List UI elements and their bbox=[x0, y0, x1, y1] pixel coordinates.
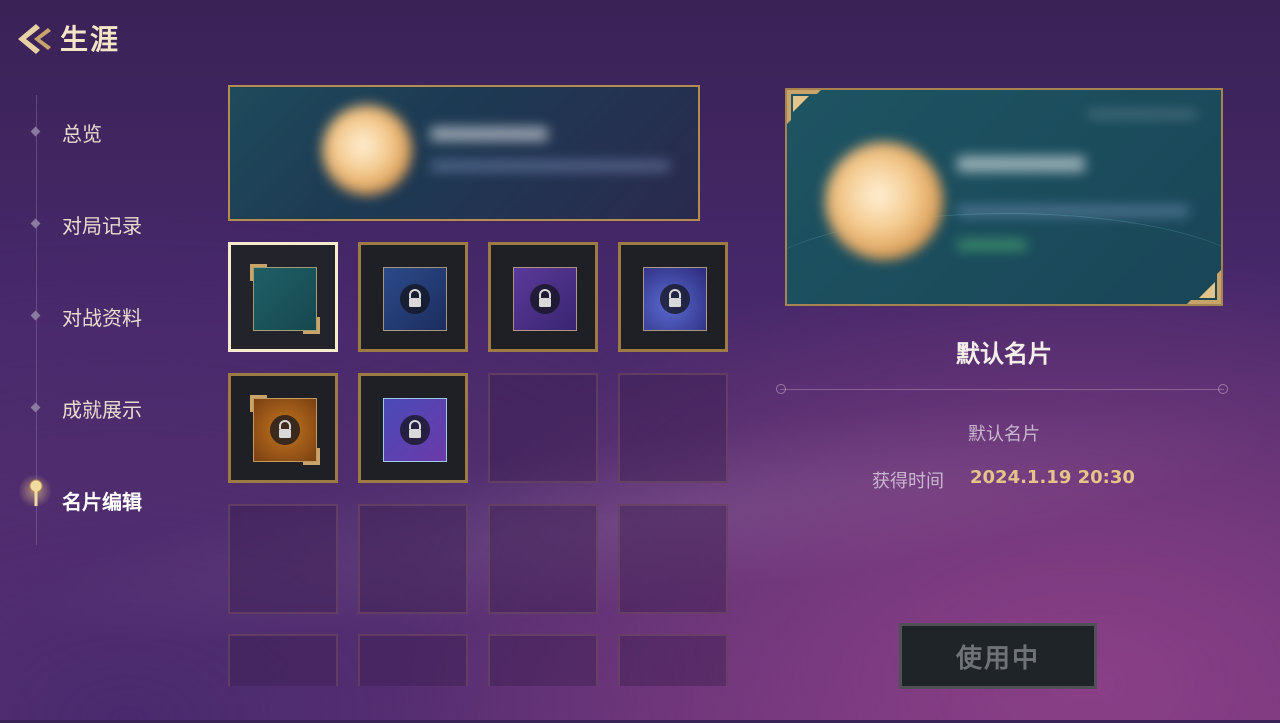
divider-end-dot bbox=[776, 384, 786, 394]
divider-end-dot bbox=[1218, 384, 1228, 394]
card-slot-empty bbox=[488, 634, 598, 686]
player-tag-blurred bbox=[957, 240, 1027, 250]
back-chevron-icon bbox=[18, 24, 51, 54]
card-name: 默认名片 bbox=[956, 340, 1052, 368]
card-slot-locked[interactable] bbox=[228, 373, 338, 483]
corner-ornament bbox=[1187, 270, 1221, 304]
card-slot-empty bbox=[488, 373, 598, 483]
sidebar-item-label: 成就展示 bbox=[62, 398, 142, 422]
sidebar-item-label: 对局记录 bbox=[62, 214, 142, 238]
card-slot-empty bbox=[618, 373, 728, 483]
lock-icon bbox=[530, 284, 560, 314]
timeline-dot bbox=[30, 310, 41, 321]
card-slot-locked[interactable] bbox=[358, 373, 468, 483]
avatar bbox=[825, 142, 943, 260]
card-slot-locked[interactable] bbox=[358, 242, 468, 352]
corner-ornament bbox=[787, 90, 821, 124]
lock-icon bbox=[660, 284, 690, 314]
pin-icon bbox=[29, 479, 43, 506]
corner-ornament bbox=[303, 448, 320, 465]
card-thumb bbox=[383, 398, 447, 462]
card-thumb bbox=[250, 264, 320, 334]
card-thumb bbox=[643, 267, 707, 331]
acquired-time-value: 2024.1.19 20:30 bbox=[970, 467, 1135, 488]
card-thumb bbox=[383, 267, 447, 331]
sidebar-item-label: 对战资料 bbox=[62, 306, 142, 330]
corner-ornament bbox=[303, 317, 320, 334]
card-slot-empty bbox=[618, 634, 728, 686]
avatar bbox=[322, 105, 412, 195]
corner-ornament bbox=[250, 395, 267, 412]
page-title: 生涯 bbox=[60, 23, 121, 56]
player-info-blurred bbox=[430, 161, 670, 171]
lock-icon bbox=[400, 415, 430, 445]
player-name-blurred bbox=[430, 127, 548, 141]
card-slot-empty bbox=[358, 504, 468, 614]
card-slot-empty bbox=[618, 504, 728, 614]
corner-ornament bbox=[250, 264, 267, 281]
in-use-button[interactable]: 使用中 bbox=[899, 623, 1097, 689]
card-description: 默认名片 bbox=[968, 424, 1040, 445]
lock-icon bbox=[270, 415, 300, 445]
card-slot-empty bbox=[228, 504, 338, 614]
sidebar-item-label: 名片编辑 bbox=[62, 490, 142, 514]
card-slot-locked[interactable] bbox=[618, 242, 728, 352]
sidebar-item-label: 总览 bbox=[62, 122, 102, 146]
card-slot-empty bbox=[488, 504, 598, 614]
name-card-preview bbox=[228, 85, 700, 221]
card-meta-blurred bbox=[1087, 110, 1197, 118]
timeline-dot bbox=[30, 402, 41, 413]
player-name-blurred bbox=[957, 156, 1085, 172]
lock-icon bbox=[400, 284, 430, 314]
timeline-dot bbox=[30, 218, 41, 229]
back-button[interactable] bbox=[14, 20, 54, 58]
card-thumb bbox=[250, 395, 320, 465]
divider bbox=[780, 389, 1224, 390]
card-thumb bbox=[513, 267, 577, 331]
selected-card-preview bbox=[785, 88, 1223, 306]
card-slot-default[interactable] bbox=[228, 242, 338, 352]
player-info-blurred bbox=[957, 206, 1189, 216]
timeline-dot bbox=[30, 126, 41, 137]
card-slot-empty bbox=[358, 634, 468, 686]
card-slot-locked[interactable] bbox=[488, 242, 598, 352]
card-slot-empty bbox=[228, 634, 338, 686]
acquired-time-label: 获得时间 bbox=[872, 471, 944, 492]
